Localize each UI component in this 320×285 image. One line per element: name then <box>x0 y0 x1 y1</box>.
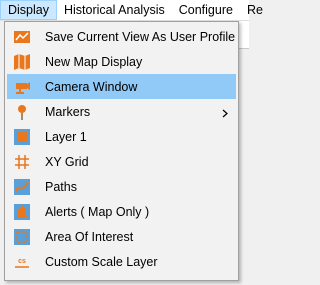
menu-item-label: Camera Window <box>45 79 138 94</box>
menu-display[interactable]: Display <box>0 0 57 20</box>
menu-bar: Display Historical Analysis Configure Re <box>0 0 263 21</box>
menu-item-camera-window[interactable]: Camera Window <box>7 74 236 99</box>
menu-item-label: New Map Display <box>45 54 143 69</box>
menu-item-label: Markers <box>45 104 91 119</box>
display-dropdown-menu: Save Current View As User Profile New Ma… <box>4 21 239 281</box>
menu-item-label: Save Current View As User Profile <box>45 29 236 44</box>
menu-historical-analysis[interactable]: Historical Analysis <box>57 0 172 20</box>
menu-re[interactable]: Re <box>240 0 270 20</box>
alert-bell-icon <box>11 201 33 223</box>
area-of-interest-icon <box>11 226 33 248</box>
save-profile-icon <box>11 26 33 48</box>
map-icon <box>11 51 33 73</box>
menu-item-label: Layer 1 <box>45 129 87 144</box>
grid-icon <box>11 151 33 173</box>
marker-pin-icon <box>11 101 33 123</box>
menu-item-label: Alerts ( Map Only ) <box>45 204 150 219</box>
menu-configure[interactable]: Configure <box>172 0 240 20</box>
path-icon <box>11 176 33 198</box>
menu-item-label: Area Of Interest <box>45 229 134 244</box>
submenu-arrow-icon <box>222 107 228 121</box>
menu-item-alerts-map-only[interactable]: Alerts ( Map Only ) <box>7 199 236 224</box>
layer-icon <box>11 126 33 148</box>
svg-text:cs: cs <box>18 258 26 265</box>
menu-item-label: Custom Scale Layer <box>45 254 158 269</box>
background-panel <box>238 21 249 49</box>
menu-item-custom-scale-layer[interactable]: cs Custom Scale Layer <box>7 249 236 274</box>
menu-item-paths[interactable]: Paths <box>7 174 236 199</box>
menu-item-markers[interactable]: Markers <box>7 99 236 124</box>
menu-item-save-view-profile[interactable]: Save Current View As User Profile <box>7 24 236 49</box>
menu-item-label: XY Grid <box>45 154 89 169</box>
menu-item-label: Paths <box>45 179 77 194</box>
menu-item-xy-grid[interactable]: XY Grid <box>7 149 236 174</box>
menu-item-area-of-interest[interactable]: Area Of Interest <box>7 224 236 249</box>
custom-scale-icon: cs <box>11 251 33 273</box>
camera-icon <box>11 76 33 98</box>
menu-item-new-map-display[interactable]: New Map Display <box>7 49 236 74</box>
menu-item-layer-1[interactable]: Layer 1 <box>7 124 236 149</box>
